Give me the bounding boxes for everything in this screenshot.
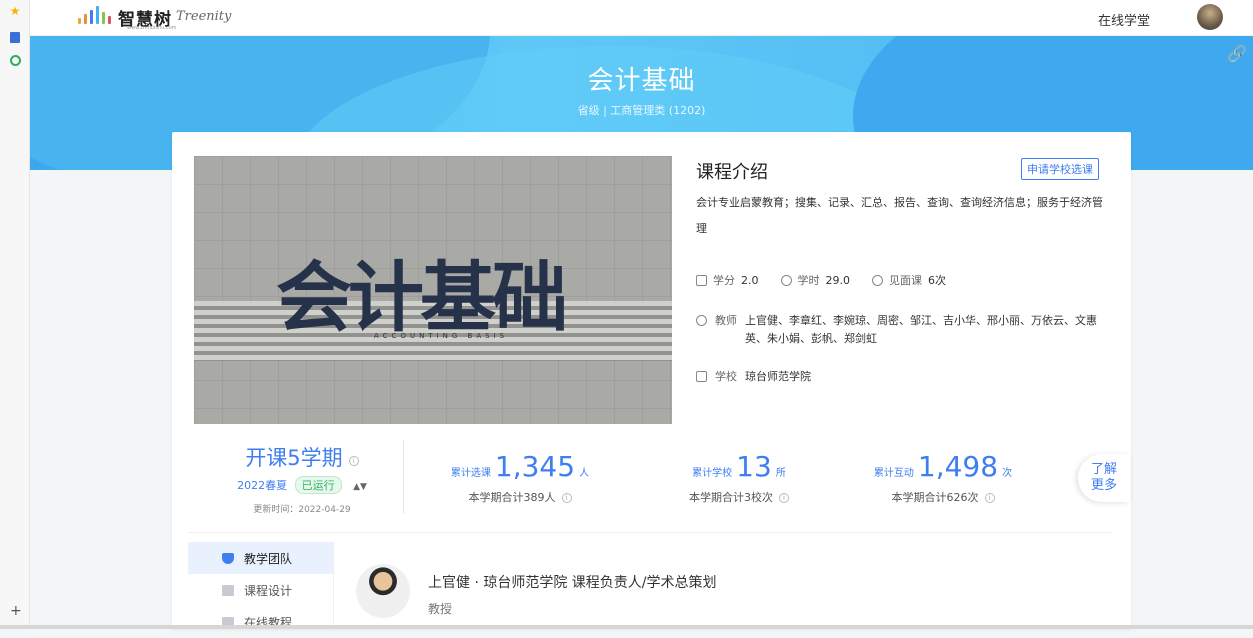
course-card: 会计基础 ACCOUNTING BASIS 课程介绍 申请学校选课 会计专业启蒙… <box>172 132 1131 629</box>
plus-icon[interactable]: + <box>10 603 22 619</box>
status-badge: 已运行 <box>295 476 342 494</box>
course-cover-image[interactable]: 会计基础 ACCOUNTING BASIS <box>194 156 672 424</box>
logo-secondary: Treenity <box>176 9 231 24</box>
teacher-avatar[interactable] <box>356 564 410 618</box>
intro-description: 会计专业启蒙教育；搜集、记录、汇总、报告、查询、查询经济信息；服务于经济管理 <box>696 190 1108 242</box>
info-icon[interactable]: i <box>349 456 359 466</box>
stat-schools: 累计学校 13 所 本学期合计3校次 i <box>659 450 819 505</box>
schools-unit: 所 <box>776 464 786 479</box>
course-meta: 学分 2.0 学时 29.0 见面课 6次 <box>696 272 946 288</box>
credit-label: 学分 <box>713 272 735 288</box>
learn-more-line-2: 更多 <box>1078 478 1130 494</box>
updated-time: 更新时间：2022-04-29 <box>202 502 402 515</box>
interact-sub: 本学期合计626次 <box>892 491 979 504</box>
course-title: 会计基础 <box>30 60 1253 97</box>
school-icon <box>696 371 707 382</box>
teacher-name-line: 上官健 · 琼台师范学院 课程负责人/学术总策划 <box>428 572 848 592</box>
term-name[interactable]: 2022春夏 <box>237 479 287 492</box>
hours-label: 学时 <box>798 272 820 288</box>
cover-subtitle: ACCOUNTING BASIS <box>374 332 508 340</box>
chat-icon <box>872 275 883 286</box>
selections-number: 1,345 <box>495 450 575 483</box>
teacher-title: 教授 <box>428 600 452 617</box>
schools-sub: 本学期合计3校次 <box>689 491 773 504</box>
side-item-label: 教学团队 <box>244 550 292 567</box>
clock-icon[interactable] <box>8 53 22 67</box>
graduation-cap-icon <box>222 553 234 564</box>
schools-number: 13 <box>736 450 772 483</box>
side-item-course-design[interactable]: 课程设计 <box>188 574 333 606</box>
selections-label: 累计选课 <box>451 464 491 479</box>
info-icon[interactable]: i <box>779 493 789 503</box>
terms-count: 开课5学期 <box>245 446 342 470</box>
bookmark-icon <box>222 585 234 596</box>
selections-sub: 本学期合计389人 <box>469 491 556 504</box>
clock-icon <box>781 275 792 286</box>
user-avatar[interactable] <box>1197 4 1223 30</box>
selections-unit: 人 <box>579 464 589 479</box>
interact-number: 1,498 <box>918 450 998 483</box>
school-label: 学校 <box>715 368 737 384</box>
nav-online-classroom[interactable]: 在线学堂 <box>1098 10 1150 29</box>
term-summary: 开课5学期 i 2022春夏 已运行 ▲▼ 更新时间：2022-04-29 <box>202 442 402 515</box>
teacher-names: 上官健、李章红、李婉琼、周密、邹江、吉小华、邢小丽、万依云、文惠英、朱小娟、彭帆… <box>745 312 1108 348</box>
book-icon[interactable] <box>8 30 22 44</box>
sort-icon[interactable]: ▲▼ <box>353 482 367 492</box>
teacher-label: 教师 <box>715 312 737 348</box>
teacher-icon <box>696 315 707 326</box>
meet-value: 6次 <box>928 272 946 288</box>
side-item-teaching-team[interactable]: 教学团队 <box>188 542 333 574</box>
info-icon[interactable]: i <box>562 493 572 503</box>
left-rail: ★ + <box>0 0 30 629</box>
divider <box>403 440 404 514</box>
side-item-label: 课程设计 <box>244 582 292 599</box>
stat-interactions: 累计互动 1,498 次 本学期合计626次 i <box>848 450 1038 505</box>
learn-more-button[interactable]: 了解 更多 <box>1078 454 1130 502</box>
school-row: 学校 琼台师范学院 <box>696 368 811 384</box>
cover-title: 会计基础 <box>276 236 564 346</box>
star-icon[interactable]: ★ <box>8 4 22 18</box>
cap-icon <box>696 275 707 286</box>
logo-bars-icon <box>78 6 111 24</box>
hours-value: 29.0 <box>826 274 851 287</box>
course-subtitle: 省级 | 工商管理类 (1202) <box>30 102 1253 118</box>
interact-unit: 次 <box>1002 464 1012 479</box>
schools-label: 累计学校 <box>692 464 732 479</box>
side-nav: 教学团队 课程设计 在线教程 <box>188 542 334 632</box>
top-bar: 智慧树 www.zhihuishu.com Treenity 在线学堂 <box>30 0 1253 36</box>
info-icon[interactable]: i <box>985 493 995 503</box>
meet-label: 见面课 <box>889 272 922 288</box>
section-divider <box>188 532 1113 533</box>
side-item-online-course[interactable]: 在线教程 <box>188 606 333 638</box>
learn-more-line-1: 了解 <box>1078 462 1130 478</box>
apply-school-button[interactable]: 申请学校选课 <box>1021 158 1099 180</box>
teachers-row: 教师 上官健、李章红、李婉琼、周密、邹江、吉小华、邢小丽、万依云、文惠英、朱小娟… <box>696 312 1108 348</box>
logo-url: www.zhihuishu.com <box>127 25 177 31</box>
stat-selections: 累计选课 1,345 人 本学期合计389人 i <box>430 450 610 505</box>
school-value: 琼台师范学院 <box>745 368 811 384</box>
credit-value: 2.0 <box>741 274 759 287</box>
link-icon[interactable]: 🔗 <box>1227 44 1247 63</box>
scrollbar[interactable] <box>0 625 1253 629</box>
intro-title: 课程介绍 <box>696 158 768 184</box>
interact-label: 累计互动 <box>874 464 914 479</box>
